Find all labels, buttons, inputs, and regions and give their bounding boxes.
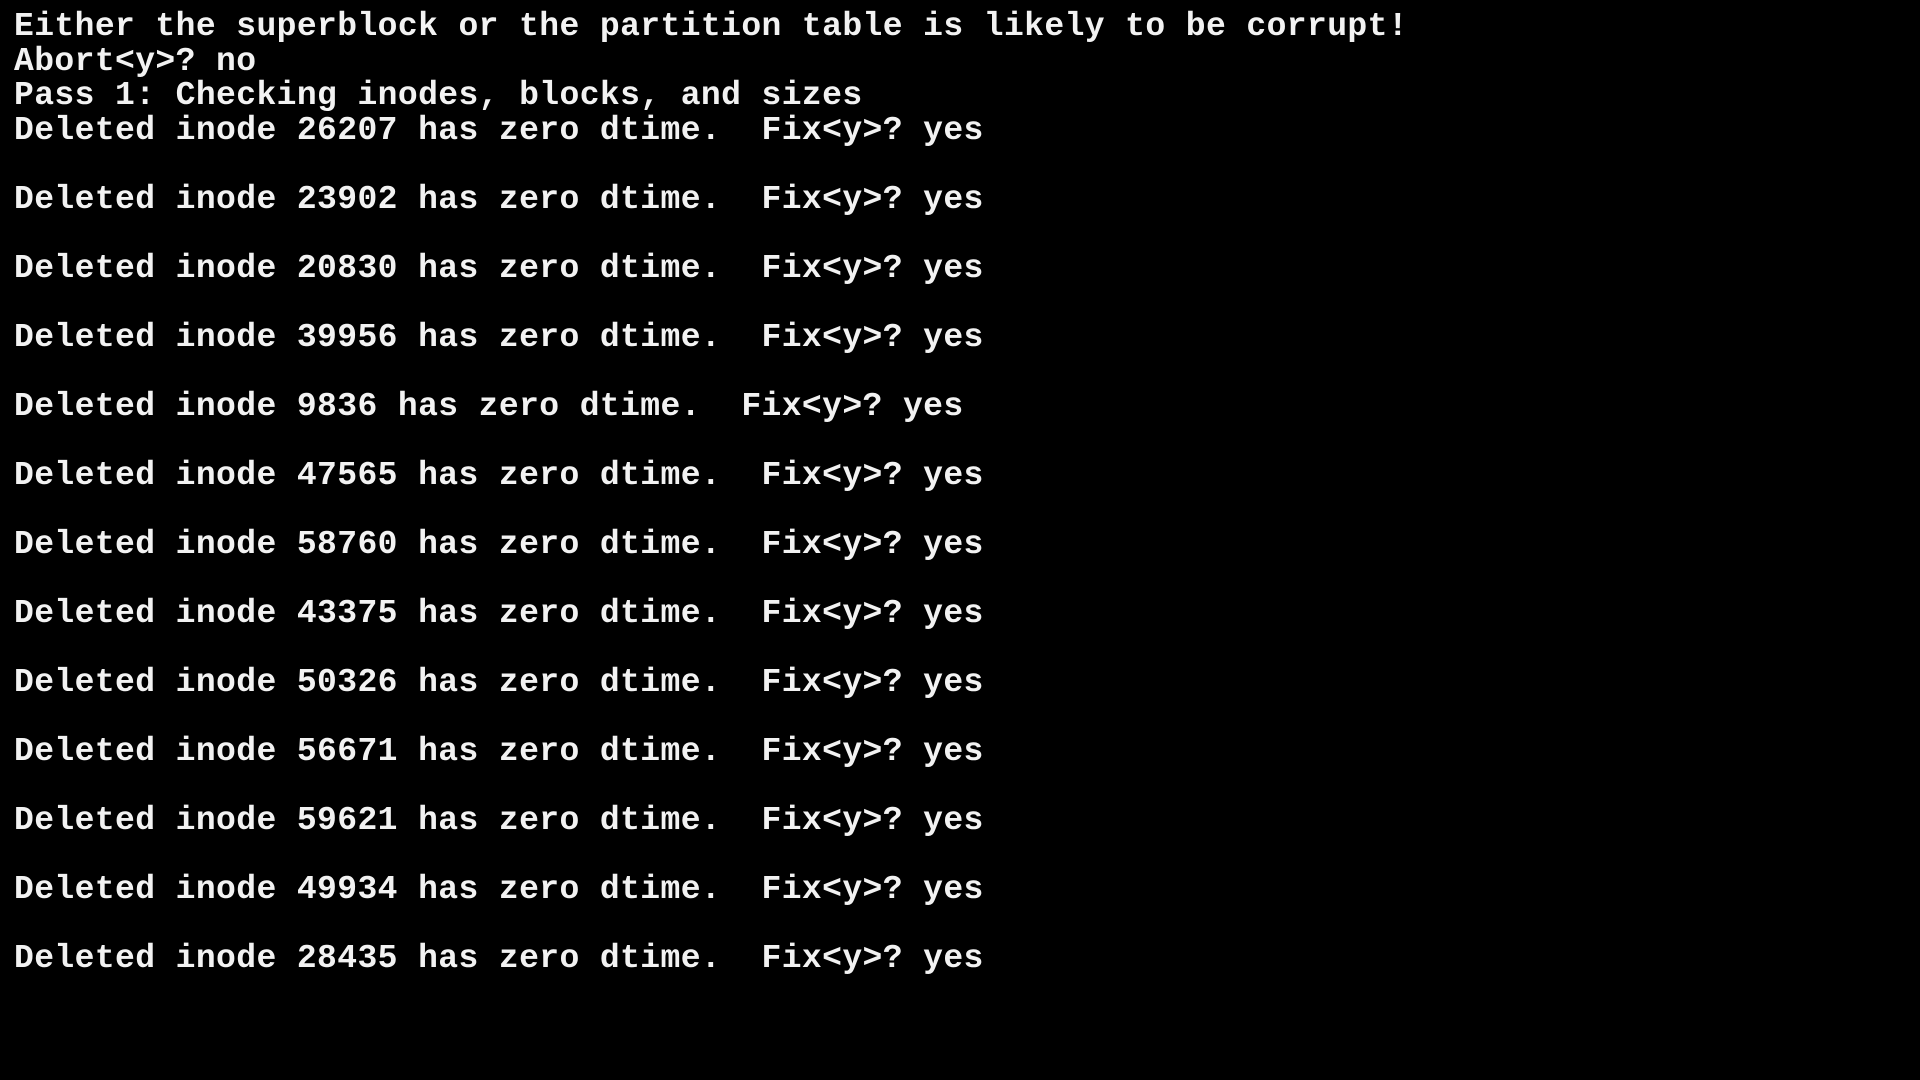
terminal-line: Deleted inode 23902 has zero dtime. Fix<… — [14, 180, 984, 218]
terminal-line: Deleted inode 59621 has zero dtime. Fix<… — [14, 801, 984, 839]
terminal-screen[interactable]: Either the superblock or the partition t… — [0, 0, 1920, 1080]
terminal-line: Deleted inode 20830 has zero dtime. Fix<… — [14, 249, 984, 287]
terminal-line: Deleted inode 50326 has zero dtime. Fix<… — [14, 663, 984, 701]
terminal-line: Either the superblock or the partition t… — [14, 8, 1409, 45]
terminal-line: Deleted inode 28435 has zero dtime. Fix<… — [14, 939, 984, 977]
terminal-line: Abort<y>? no — [14, 42, 257, 80]
terminal-line: Deleted inode 56671 has zero dtime. Fix<… — [14, 732, 984, 770]
terminal-line: Deleted inode 58760 has zero dtime. Fix<… — [14, 525, 984, 563]
terminal-line: Deleted inode 26207 has zero dtime. Fix<… — [14, 111, 984, 149]
terminal-line: Deleted inode 49934 has zero dtime. Fix<… — [14, 870, 984, 908]
terminal-line: Deleted inode 47565 has zero dtime. Fix<… — [14, 456, 984, 494]
terminal-line: Deleted inode 39956 has zero dtime. Fix<… — [14, 318, 984, 356]
terminal-line: Pass 1: Checking inodes, blocks, and siz… — [14, 77, 863, 114]
terminal-line: Deleted inode 43375 has zero dtime. Fix<… — [14, 594, 984, 632]
terminal-line: Deleted inode 9836 has zero dtime. Fix<y… — [14, 387, 964, 425]
